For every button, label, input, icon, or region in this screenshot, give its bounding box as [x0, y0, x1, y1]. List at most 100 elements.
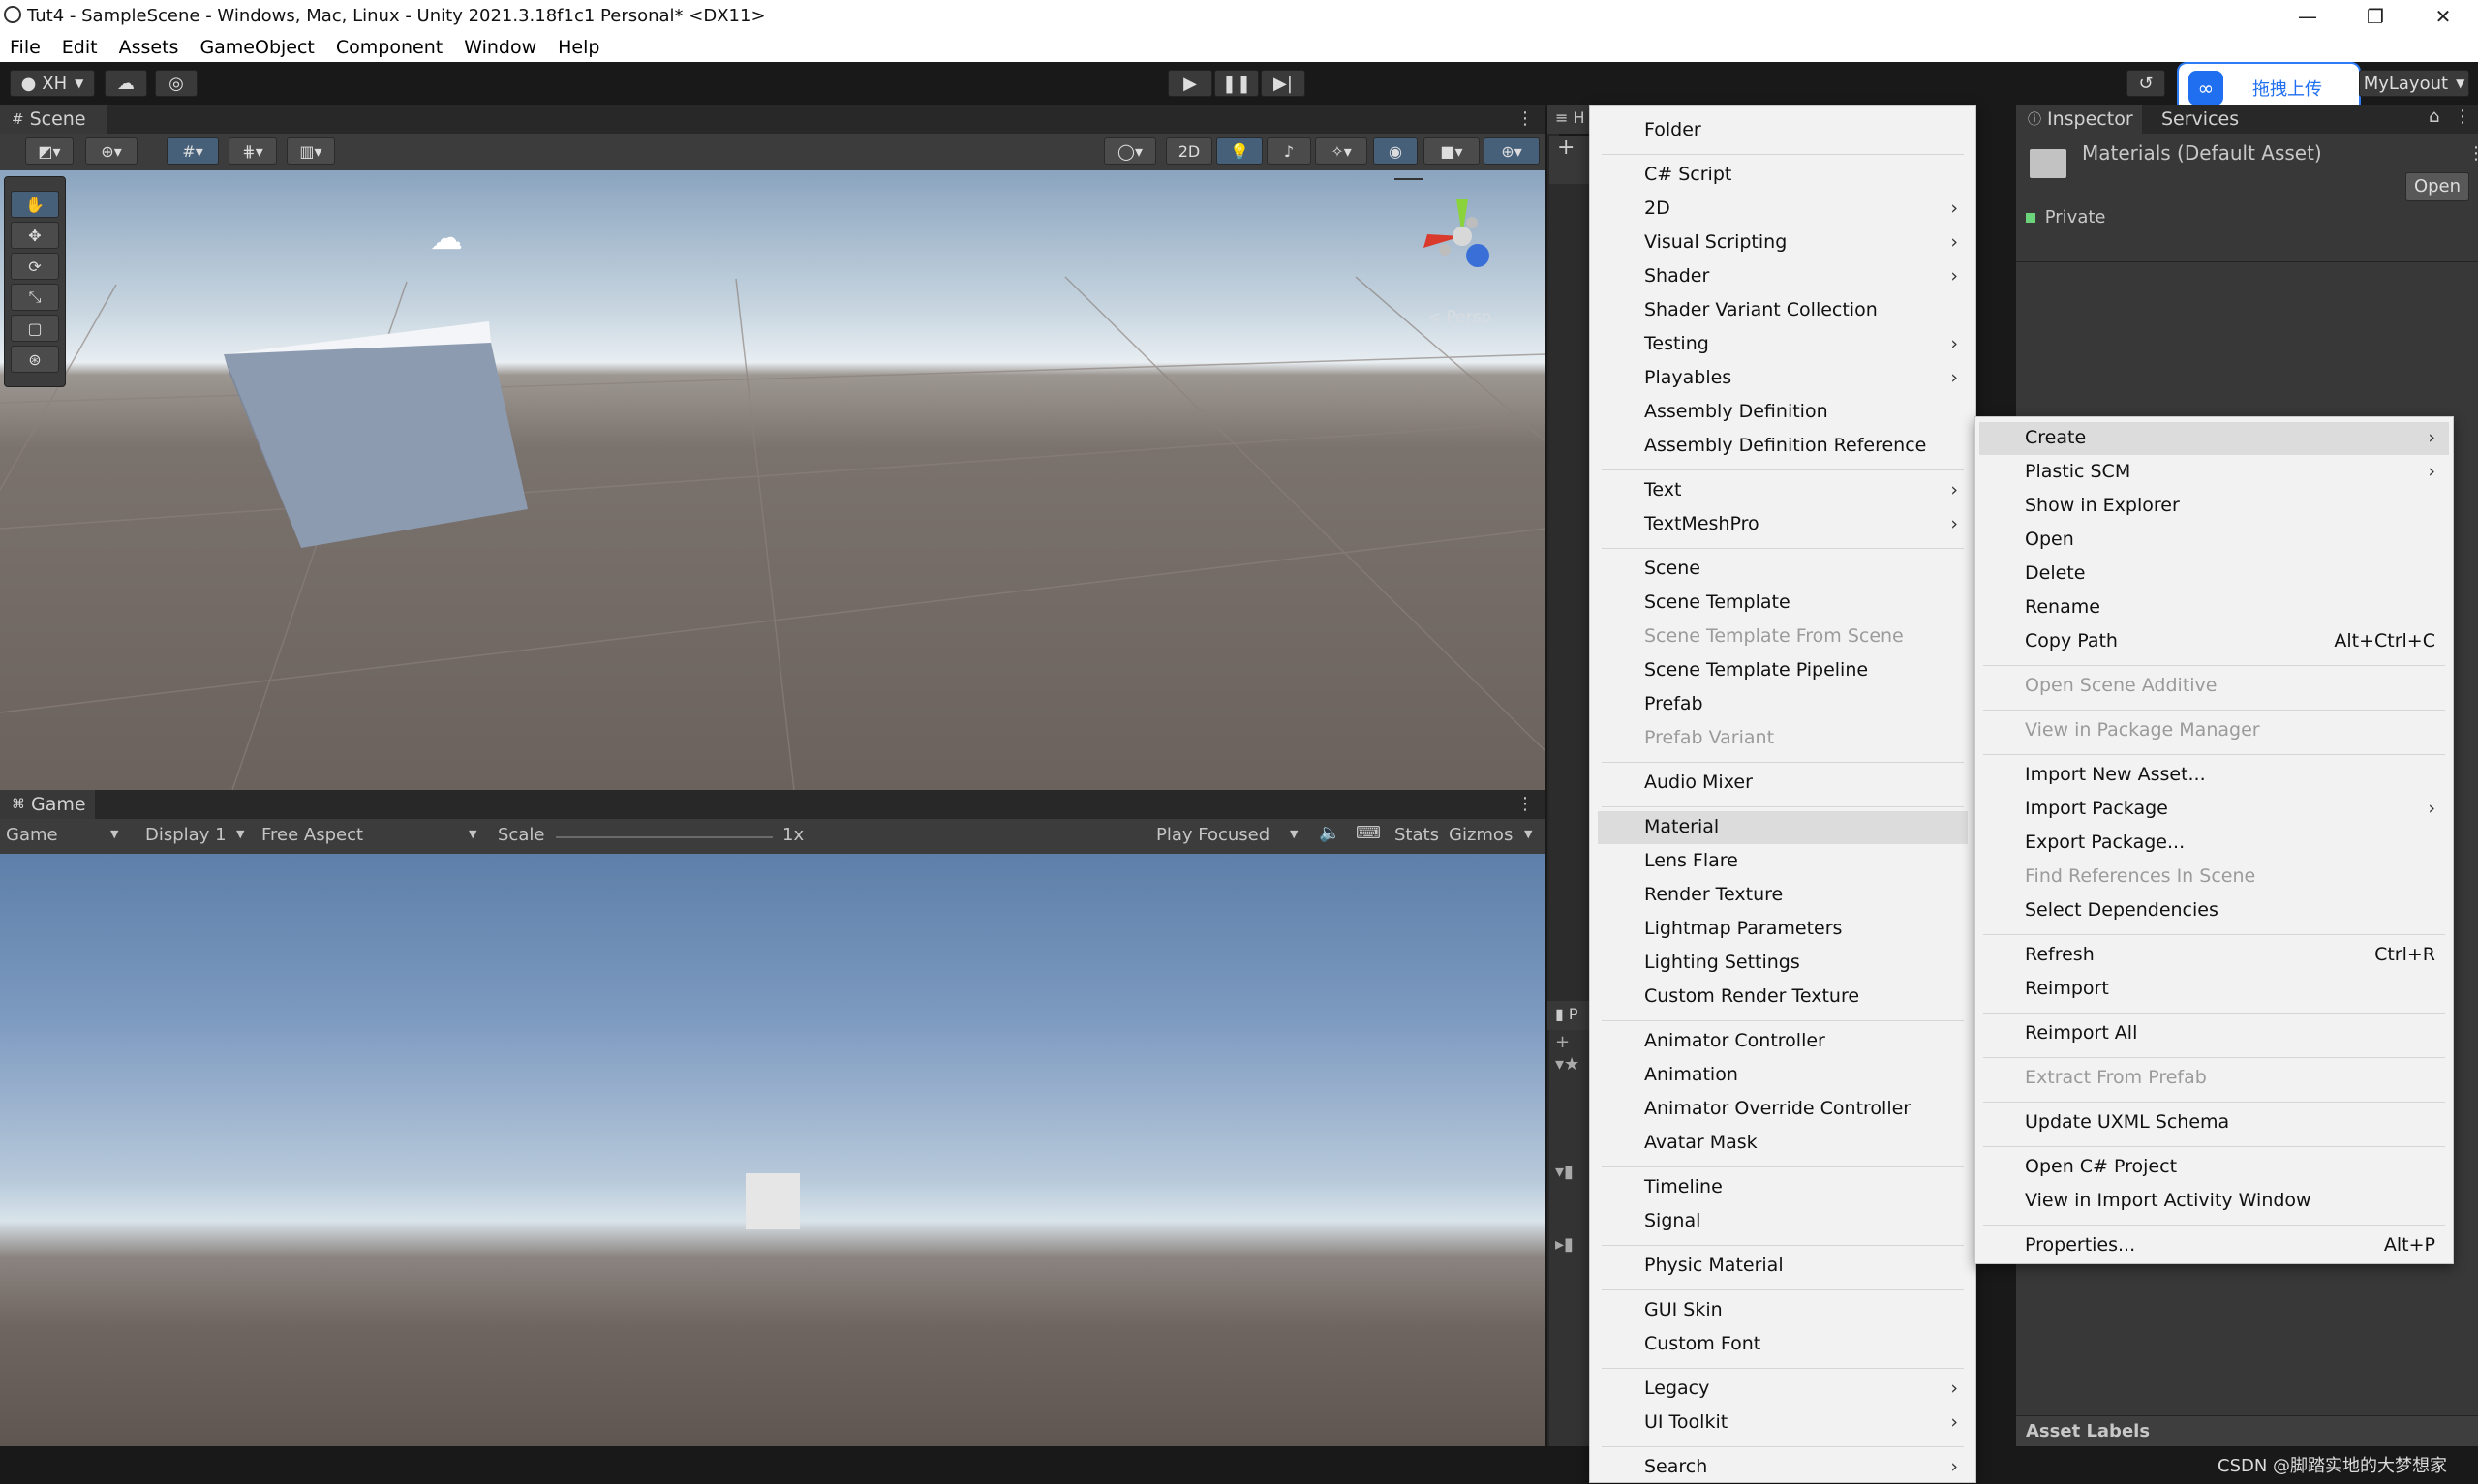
scene-viewport[interactable]: ☁ ✋ ✥ ⟳ ⤡ ▢ ⊛ < Persp	[0, 170, 1545, 790]
hierarchy-list[interactable]	[1549, 184, 1592, 1001]
menu-component[interactable]: Component	[336, 37, 443, 58]
pause-button[interactable]: ❚❚	[1214, 70, 1259, 97]
perspective-label[interactable]: < Persp	[1427, 308, 1491, 327]
packages-folder-icon[interactable]: ▸▮	[1555, 1234, 1592, 1255]
step-button[interactable]: ▶|	[1261, 70, 1305, 97]
panel-more-icon[interactable]: ⋮	[1516, 794, 1534, 814]
menu-item-scene-template[interactable]: Scene Template	[1598, 587, 1968, 620]
global-pivot-icon[interactable]: ⊕▾	[85, 137, 138, 165]
menu-item-avatar-mask[interactable]: Avatar Mask	[1598, 1127, 1968, 1160]
move-tool-icon[interactable]: ✥	[11, 222, 59, 249]
grid-snap-icon[interactable]: #▾	[167, 137, 219, 165]
ruler-icon[interactable]: ▥▾	[287, 137, 335, 165]
menu-item-ui-toolkit[interactable]: UI Toolkit ›	[1598, 1407, 1968, 1439]
lighting-toggle-icon[interactable]: 💡	[1216, 137, 1263, 165]
display-select[interactable]: Display 1 ▼	[145, 825, 252, 845]
panel-more-icon[interactable]: ⋮	[2454, 106, 2471, 127]
rotate-tool-icon[interactable]: ⟳	[11, 253, 59, 280]
menu-item-legacy[interactable]: Legacy ›	[1598, 1373, 1968, 1406]
lock-icon[interactable]: ⌂	[2429, 106, 2439, 127]
menu-item-custom-font[interactable]: Custom Font	[1598, 1328, 1968, 1361]
project-tree[interactable]: + ▾★ ▾▮ ▸▮	[1549, 1030, 1592, 1446]
menu-item-2d[interactable]: 2D ›	[1598, 193, 1968, 226]
gizmos-icon[interactable]: ⊕▾	[1484, 137, 1540, 165]
draw-mode-icon[interactable]: ◩▾	[25, 137, 74, 165]
toggle-2d-button[interactable]: 2D	[1166, 137, 1212, 165]
menu-item-prefab[interactable]: Prefab	[1598, 688, 1968, 721]
menu-item-update-uxml-schema[interactable]: Update UXML Schema	[1979, 1106, 2449, 1139]
menu-item-lens-flare[interactable]: Lens Flare	[1598, 845, 1968, 878]
menu-item-material[interactable]: Material	[1598, 811, 1968, 844]
menu-item-show-in-explorer[interactable]: Show in Explorer	[1979, 490, 2449, 523]
minimize-button[interactable]: —	[2274, 0, 2341, 33]
private-toggle[interactable]: Private	[2026, 207, 2106, 227]
tab-hierarchy[interactable]: ≡ H	[1547, 105, 1592, 134]
cube-object[interactable]	[218, 316, 537, 567]
menu-item-import-new-asset[interactable]: Import New Asset...	[1979, 759, 2449, 792]
menu-window[interactable]: Window	[464, 37, 536, 58]
menu-item-assembly-definition-reference[interactable]: Assembly Definition Reference	[1598, 430, 1968, 463]
history-icon[interactable]: ↺	[2126, 70, 2165, 97]
tab-scene[interactable]: # Scene	[0, 105, 107, 134]
scale-tool-icon[interactable]: ⤡	[11, 284, 59, 311]
scene-visibility-icon[interactable]: ◉	[1373, 137, 1418, 165]
menu-item-text[interactable]: Text ›	[1598, 474, 1968, 507]
menu-item-animation[interactable]: Animation	[1598, 1059, 1968, 1092]
menu-item-select-dependencies[interactable]: Select Dependencies	[1979, 894, 2449, 927]
camera-icon[interactable]: ■▾	[1423, 137, 1480, 165]
menu-item-scene-template-pipeline[interactable]: Scene Template Pipeline	[1598, 654, 1968, 687]
close-button[interactable]: ✕	[2409, 0, 2477, 33]
scale-slider[interactable]	[556, 836, 773, 838]
chevron-down-icon[interactable]: ▼	[1524, 828, 1532, 840]
transform-tool-icon[interactable]: ⊛	[11, 346, 59, 373]
menu-edit[interactable]: Edit	[62, 37, 98, 58]
menu-item-visual-scripting[interactable]: Visual Scripting ›	[1598, 227, 1968, 259]
menu-item-refresh[interactable]: Refresh Ctrl+R	[1979, 939, 2449, 972]
menu-item-folder[interactable]: Folder	[1598, 114, 1968, 147]
open-button[interactable]: Open	[2405, 172, 2469, 201]
menu-item-animator-override-controller[interactable]: Animator Override Controller	[1598, 1093, 1968, 1126]
gizmos-button[interactable]: Gizmos	[1449, 825, 1513, 845]
menu-assets[interactable]: Assets	[119, 37, 179, 58]
menu-item-shader[interactable]: Shader ›	[1598, 260, 1968, 293]
menu-item-timeline[interactable]: Timeline	[1598, 1171, 1968, 1204]
tab-project[interactable]: ▮ P	[1547, 1001, 1592, 1030]
menu-item-scene[interactable]: Scene	[1598, 553, 1968, 586]
menu-item-textmeshpro[interactable]: TextMeshPro ›	[1598, 508, 1968, 541]
menu-item-open[interactable]: Open	[1979, 524, 2449, 557]
play-focused-select[interactable]: Play Focused ▼	[1156, 825, 1305, 845]
collab-icon[interactable]: ◎	[155, 70, 198, 97]
tab-services[interactable]: Services	[2161, 108, 2239, 130]
game-viewport[interactable]	[0, 854, 1545, 1446]
menu-item-animator-controller[interactable]: Animator Controller	[1598, 1025, 1968, 1058]
rect-tool-icon[interactable]: ▢	[11, 315, 59, 342]
menu-item-rename[interactable]: Rename	[1979, 591, 2449, 624]
effects-toggle-icon[interactable]: ✧▾	[1315, 137, 1367, 165]
tab-game[interactable]: ⌘ Game	[0, 790, 95, 819]
menu-item-assembly-definition[interactable]: Assembly Definition	[1598, 396, 1968, 429]
menu-item-import-package[interactable]: Import Package ›	[1979, 793, 2449, 826]
favorites-star-icon[interactable]: ▾★	[1555, 1054, 1592, 1075]
menu-item-lightmap-parameters[interactable]: Lightmap Parameters	[1598, 913, 1968, 946]
menu-item-open-csharp-project[interactable]: Open C# Project	[1979, 1151, 2449, 1184]
layout-dropdown[interactable]: MyLayout ▼	[2359, 70, 2469, 97]
menu-item-view-in-import-activity-window[interactable]: View in Import Activity Window	[1979, 1185, 2449, 1218]
menu-item-physic-material[interactable]: Physic Material	[1598, 1250, 1968, 1283]
menu-item-plastic-scm[interactable]: Plastic SCM ›	[1979, 456, 2449, 489]
menu-item-copy-path[interactable]: Copy Path Alt+Ctrl+C	[1979, 625, 2449, 658]
menu-item-testing[interactable]: Testing ›	[1598, 328, 1968, 361]
menu-item-csharp-script[interactable]: C# Script	[1598, 159, 1968, 192]
menu-item-properties[interactable]: Properties... Alt+P	[1979, 1229, 2449, 1262]
orientation-gizmo-icon[interactable]	[1404, 190, 1520, 287]
keyboard-icon[interactable]: ⌨	[1356, 823, 1381, 843]
hand-tool-icon[interactable]: ✋	[11, 191, 59, 218]
account-dropdown[interactable]: ● XH ▼	[10, 70, 95, 97]
tab-inspector[interactable]: ⓘ Inspector	[2016, 105, 2142, 134]
gizmo-menu-icon[interactable]	[1394, 178, 1423, 180]
cloud-icon[interactable]: ☁	[105, 70, 147, 97]
snap-increment-icon[interactable]: ⋕▾	[229, 137, 277, 165]
menu-item-audio-mixer[interactable]: Audio Mixer	[1598, 767, 1968, 800]
hierarchy-add-icon[interactable]: +	[1549, 136, 1592, 184]
menu-file[interactable]: File	[10, 37, 41, 58]
game-view-select[interactable]: Game ▼	[6, 825, 126, 845]
